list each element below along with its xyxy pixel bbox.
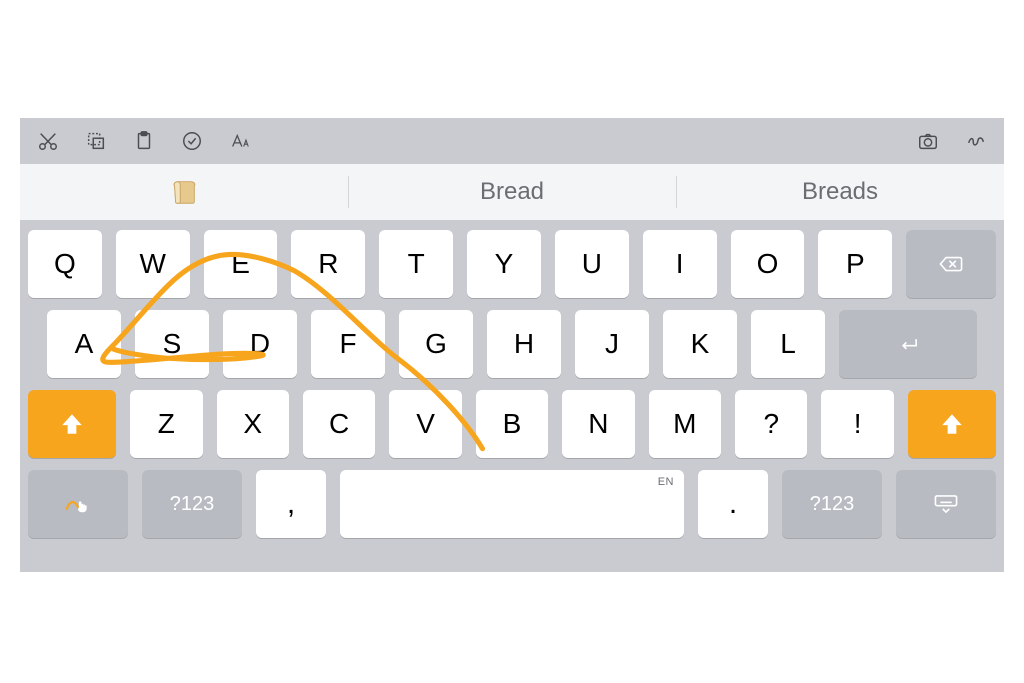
key-m[interactable]: M [649,390,721,458]
swipe-mode-key[interactable] [28,470,128,538]
key-label: L [780,328,796,360]
row-2: A S D F G H J K L [28,310,996,378]
key-b[interactable]: B [476,390,548,458]
key-label: O [757,248,779,280]
shift-up-icon [939,411,965,437]
suggestion-2[interactable]: Breads [676,164,1004,220]
row-3: Z X C V B N M ? ! [28,390,996,458]
key-label: K [691,328,710,360]
key-x[interactable]: X [217,390,289,458]
key-label: ?123 [810,493,855,516]
cut-icon[interactable] [34,127,62,155]
keyboard-toolbar [20,118,1004,164]
backspace-key[interactable] [906,230,996,298]
space-key[interactable]: EN [340,470,684,538]
key-label: W [139,248,165,280]
text-format-icon[interactable] [226,127,254,155]
numeric-key-left[interactable]: ?123 [142,470,242,538]
key-label: H [514,328,534,360]
key-w[interactable]: W [116,230,190,298]
keyboard-shell: Bread Breads Q W E R T Y U I O P A [20,118,1004,572]
key-v[interactable]: V [389,390,461,458]
key-label: Y [495,248,514,280]
key-t[interactable]: T [379,230,453,298]
key-label: M [673,408,696,440]
key-label: T [408,248,425,280]
key-label: ?123 [170,493,215,516]
key-d[interactable]: D [223,310,297,378]
key-n[interactable]: N [562,390,634,458]
suggestion-emoji[interactable] [20,164,348,220]
key-label: . [729,487,737,521]
key-c[interactable]: C [303,390,375,458]
key-g[interactable]: G [399,310,473,378]
key-i[interactable]: I [643,230,717,298]
enter-key[interactable] [839,310,977,378]
keyboard-hide-icon [933,491,959,517]
key-label: ! [854,408,862,440]
key-label: R [318,248,338,280]
key-z[interactable]: Z [130,390,202,458]
bread-emoji [169,177,199,207]
keyboard-rows: Q W E R T Y U I O P A S D F G H [20,220,1004,572]
key-label: X [243,408,262,440]
key-u[interactable]: U [555,230,629,298]
key-h[interactable]: H [487,310,561,378]
camera-icon[interactable] [914,127,942,155]
key-label: J [605,328,619,360]
check-icon[interactable] [178,127,206,155]
key-label: Z [158,408,175,440]
key-label: C [329,408,349,440]
space-language-label: EN [658,476,674,488]
comma-key[interactable]: , [256,470,326,538]
scribble-icon[interactable] [962,127,990,155]
key-question[interactable]: ? [735,390,807,458]
key-j[interactable]: J [575,310,649,378]
hide-keyboard-key[interactable] [896,470,996,538]
copy-icon[interactable] [82,127,110,155]
key-a[interactable]: A [47,310,121,378]
key-label: ? [763,408,779,440]
key-r[interactable]: R [291,230,365,298]
swipe-icon [65,491,91,517]
key-label: E [231,248,250,280]
enter-icon [895,331,921,357]
key-label: G [425,328,447,360]
key-label: B [503,408,522,440]
key-l[interactable]: L [751,310,825,378]
backspace-icon [938,251,964,277]
key-label: F [339,328,356,360]
suggestion-label: Breads [802,178,878,206]
key-label: N [588,408,608,440]
shift-key-right[interactable] [908,390,996,458]
key-k[interactable]: K [663,310,737,378]
key-e[interactable]: E [204,230,278,298]
row-1: Q W E R T Y U I O P [28,230,996,298]
key-f[interactable]: F [311,310,385,378]
suggestion-1[interactable]: Bread [348,164,676,220]
key-label: V [416,408,435,440]
key-label: A [75,328,94,360]
key-label: D [250,328,270,360]
key-exclaim[interactable]: ! [821,390,893,458]
suggestion-label: Bread [480,178,544,206]
shift-up-icon [59,411,85,437]
key-o[interactable]: O [731,230,805,298]
key-label: S [163,328,182,360]
period-key[interactable]: . [698,470,768,538]
key-label: U [582,248,602,280]
paste-icon[interactable] [130,127,158,155]
key-y[interactable]: Y [467,230,541,298]
key-label: I [676,248,684,280]
numeric-key-right[interactable]: ?123 [782,470,882,538]
key-s[interactable]: S [135,310,209,378]
key-label: P [846,248,865,280]
key-label: Q [54,248,76,280]
key-p[interactable]: P [818,230,892,298]
key-label: , [287,487,295,521]
row-4: ?123 , EN . ?123 [28,470,996,538]
key-q[interactable]: Q [28,230,102,298]
shift-key-left[interactable] [28,390,116,458]
suggestion-bar: Bread Breads [20,164,1004,220]
